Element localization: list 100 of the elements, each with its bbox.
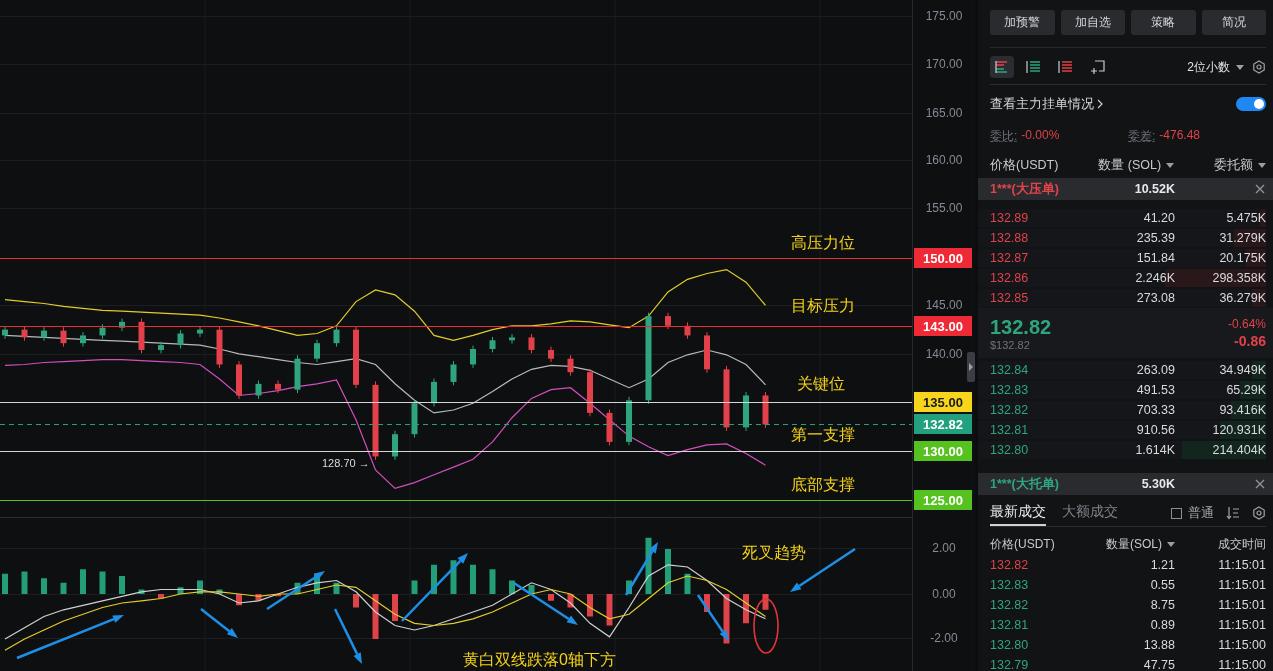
annotation-text: 第一支撑 [791, 426, 855, 443]
time-cell-text: 11:15:01 [1217, 558, 1266, 572]
action-button[interactable]: 简况 [1201, 10, 1266, 35]
candle [255, 379, 262, 400]
action-button[interactable]: 策略 [1131, 10, 1196, 35]
settings-icon[interactable] [1252, 506, 1266, 520]
price-change: -0.86 [1234, 333, 1266, 349]
price-cell-text: 132.82 [990, 403, 1030, 417]
histogram-bar [606, 594, 613, 626]
histogram-bar [255, 594, 262, 601]
precision-dropdown[interactable]: 2位小数 [1187, 58, 1244, 76]
candle [177, 329, 184, 349]
stat-value: -476.48 [1159, 128, 1201, 142]
axis-label: 140.00 [925, 347, 963, 361]
stat-value: -0.00% [1021, 128, 1060, 142]
candle [431, 378, 437, 408]
close-icon[interactable] [1254, 478, 1266, 490]
annotation-text: 底部支撑 [791, 476, 855, 493]
tab[interactable]: 大额成交 [1062, 500, 1118, 526]
price-tag: 150.00 [914, 248, 972, 268]
column-header[interactable]: 成交时间 [1175, 535, 1266, 553]
list-icon [1058, 60, 1074, 74]
candle [333, 325, 340, 348]
histogram-bar [762, 594, 769, 610]
candle [411, 399, 418, 439]
action-button[interactable]: 加预警 [990, 10, 1055, 35]
candle [626, 396, 632, 446]
price-cell-text: 132.80 [990, 443, 1030, 457]
candle [216, 325, 223, 369]
column-header[interactable]: 委托额 [1214, 156, 1266, 174]
column-header[interactable]: 价格(USDT) [990, 156, 1059, 174]
price-cell-text: 132.80 [990, 638, 1030, 652]
histogram-bar [177, 587, 184, 594]
axis-label: 170.00 [925, 57, 963, 71]
panel-handle[interactable] [967, 352, 975, 382]
price-tag: 132.82 [914, 414, 972, 434]
frame-plus-icon [1090, 60, 1106, 74]
amount-cell-text: 41.20 [1142, 211, 1175, 225]
amount-cell-text: 0.55 [1149, 578, 1175, 592]
arrow-drawing [624, 542, 658, 596]
candle [470, 345, 476, 369]
sort-icon[interactable] [1226, 506, 1240, 520]
candle [21, 325, 28, 342]
candle [762, 391, 769, 429]
caret-icon [1166, 162, 1175, 168]
total-cell-text: 20.175K [1218, 251, 1266, 265]
close-icon[interactable] [1254, 183, 1266, 195]
column-header[interactable]: 数量(SOL) [1090, 535, 1175, 553]
time-cell-text: 11:15:01 [1217, 618, 1266, 632]
candle [236, 360, 242, 400]
arrow-drawing [513, 581, 578, 625]
amount-cell-text: 703.33 [1135, 403, 1175, 417]
candle [704, 331, 710, 374]
histogram-bar [119, 576, 125, 594]
amount-cell-text: 47.75 [1142, 658, 1175, 671]
histogram-bar [138, 589, 145, 594]
histogram-bar [236, 594, 242, 606]
histogram-bar [99, 571, 106, 594]
total-cell-text: 65.29K [1225, 383, 1266, 397]
histogram-bar [411, 580, 418, 594]
candle [665, 312, 671, 330]
amount-cell-text: 1.614K [1134, 443, 1175, 457]
annotation-text: 黄白双线跌落0轴下方 [463, 651, 616, 668]
caret-icon [1258, 162, 1266, 168]
total-cell-text: 5.475K [1225, 211, 1266, 225]
column-header[interactable]: 价格(USDT) [990, 535, 1090, 553]
amount-cell-text: 0.89 [1149, 618, 1175, 632]
candle [294, 354, 301, 394]
axis-label: 2.00 [932, 541, 956, 555]
tab[interactable]: 最新成交 [990, 500, 1046, 526]
main-orders-link[interactable]: 查看主力挂单情况 [990, 95, 1103, 113]
time-cell-text: 11:15:00 [1217, 638, 1266, 652]
price-tag: 143.00 [914, 316, 972, 336]
price-cell-text: 132.85 [990, 291, 1030, 305]
histogram-bar [60, 582, 67, 594]
column-header[interactable]: 数量 (SOL) [1098, 156, 1175, 174]
toggle-switch[interactable] [1236, 97, 1266, 111]
candle [450, 360, 457, 386]
list-icon [994, 60, 1010, 74]
total-cell-text: 298.358K [1211, 271, 1266, 285]
last-price: 132.82 [990, 315, 1052, 339]
time-cell-text: 11:15:00 [1217, 658, 1266, 671]
ellipse-mark [753, 598, 779, 654]
price-cell-text: 132.82 [990, 598, 1030, 612]
usd-price: $132.82 [990, 338, 1031, 351]
time-cell-text: 11:15:01 [1217, 598, 1266, 612]
candle [548, 346, 554, 363]
axis-label: 165.00 [925, 106, 963, 120]
candle [119, 318, 125, 332]
arrow-drawing [200, 608, 238, 638]
action-button[interactable]: 加自选 [1060, 10, 1125, 35]
price-label: 128.70 → [322, 457, 370, 469]
histogram-bar [509, 580, 515, 594]
settings-icon[interactable] [1252, 60, 1266, 74]
candle [60, 326, 67, 348]
book-view-button[interactable] [990, 56, 1014, 78]
filter-checkbox[interactable]: 普通 [1171, 504, 1214, 522]
candle [723, 365, 730, 432]
histogram-bar [333, 582, 340, 594]
price-cell-text: 132.86 [990, 271, 1030, 285]
